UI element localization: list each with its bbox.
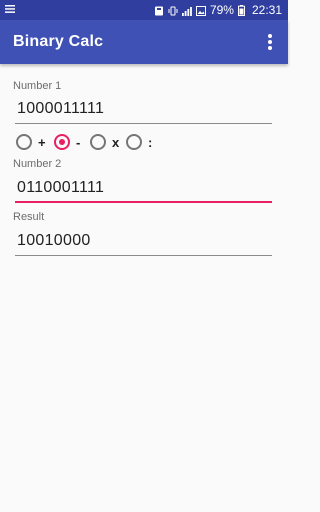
storage-icon <box>154 5 164 16</box>
result-label: Result <box>13 211 45 223</box>
vibrate-icon <box>168 5 178 16</box>
app-bar: Binary Calc <box>0 20 288 64</box>
number2-label: Number 2 <box>13 158 62 170</box>
radio-divide[interactable]: : <box>126 134 152 150</box>
list-icon <box>5 3 15 17</box>
radio-plus[interactable]: + <box>16 134 46 150</box>
radio-multiply-circle[interactable] <box>90 134 106 150</box>
signal-icon <box>181 5 192 16</box>
number2-input[interactable]: 0110001111 <box>15 175 272 203</box>
radio-plus-label[interactable]: + <box>38 135 46 150</box>
radio-multiply[interactable]: x <box>90 134 119 150</box>
radio-divide-label[interactable]: : <box>148 135 152 150</box>
number1-input[interactable]: 1000011111 <box>15 96 272 124</box>
radio-minus[interactable]: - <box>54 134 80 150</box>
radio-minus-label[interactable]: - <box>76 135 80 150</box>
picture-icon <box>195 5 206 16</box>
radio-plus-circle[interactable] <box>16 134 32 150</box>
result-field: 10010000 <box>15 228 272 256</box>
overflow-menu-icon[interactable] <box>262 30 278 54</box>
app-title: Binary Calc <box>13 33 104 50</box>
number2-value[interactable]: 0110001111 <box>17 179 104 197</box>
radio-divide-circle[interactable] <box>126 134 142 150</box>
radio-multiply-label[interactable]: x <box>112 135 119 150</box>
result-value: 10010000 <box>17 232 91 249</box>
number1-value[interactable]: 1000011111 <box>17 100 104 118</box>
status-time: 22:31 <box>251 3 282 17</box>
status-bar: 79% 22:31 <box>0 0 288 20</box>
number1-label: Number 1 <box>13 80 62 92</box>
battery-percent: 79% <box>209 3 234 17</box>
battery-icon <box>237 5 248 17</box>
radio-minus-circle[interactable] <box>54 134 70 150</box>
